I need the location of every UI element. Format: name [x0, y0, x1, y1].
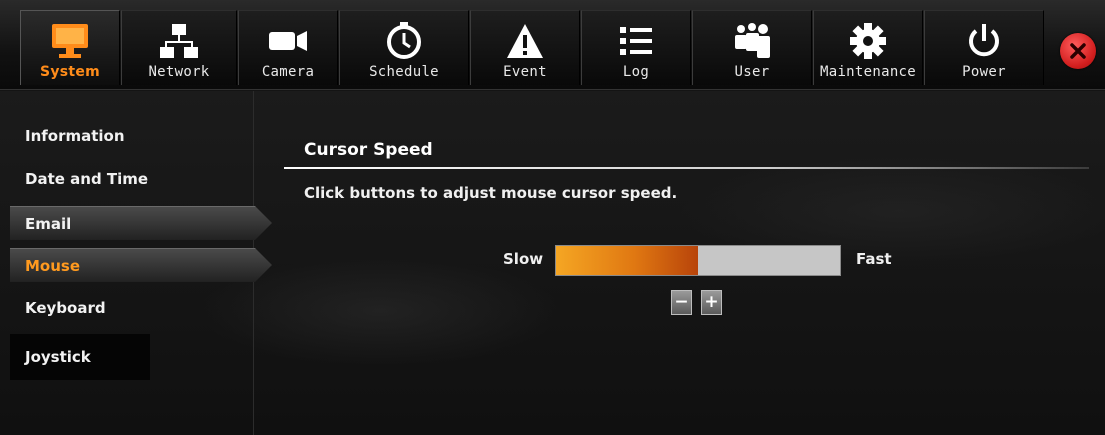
tab-log[interactable]: Log [581, 10, 691, 85]
sidebar-item-label: Joystick [25, 348, 91, 366]
sidebar-item-joystick[interactable]: Joystick [10, 334, 150, 380]
tab-power[interactable]: Power [924, 10, 1044, 85]
tab-schedule[interactable]: Schedule [339, 10, 469, 85]
warning-icon [503, 20, 547, 62]
tab-label: Schedule [369, 64, 439, 80]
slider-max-label: Fast [856, 250, 892, 268]
section-divider [284, 167, 1089, 169]
tab-label: Camera [261, 64, 315, 80]
gear-icon [846, 20, 890, 62]
sidebar-item-mouse[interactable]: Mouse [10, 248, 272, 282]
section-description: Click buttons to adjust mouse cursor spe… [304, 184, 678, 202]
tab-label: Maintenance [819, 64, 917, 80]
tab-user[interactable]: User [692, 10, 812, 85]
tab-label: Network [148, 64, 210, 80]
close-button[interactable] [1060, 33, 1096, 69]
tab-maintenance[interactable]: Maintenance [813, 10, 923, 85]
sidebar-item-label: Date and Time [25, 170, 149, 188]
monitor-icon [48, 20, 92, 62]
sidebar-item-label: Mouse [25, 256, 81, 275]
sidebar-item-keyboard[interactable]: Keyboard [10, 291, 250, 325]
cursor-speed-slider[interactable] [555, 245, 841, 276]
slider-min-label: Slow [503, 250, 544, 268]
increase-speed-button[interactable]: + [701, 290, 722, 315]
users-icon [730, 20, 774, 62]
tab-label: Event [503, 64, 547, 80]
decrease-speed-button[interactable]: − [671, 290, 692, 315]
network-icon [157, 20, 201, 62]
tab-label: System [39, 64, 101, 80]
tab-system[interactable]: System [20, 10, 120, 85]
list-icon [614, 20, 658, 62]
tab-label: Power [962, 64, 1006, 80]
tab-label: User [734, 64, 770, 80]
sidebar-item-information[interactable]: Information [10, 119, 250, 153]
tab-camera[interactable]: Camera [238, 10, 338, 85]
tab-event[interactable]: Event [470, 10, 580, 85]
sidebar-item-label: Keyboard [25, 299, 106, 317]
sidebar-item-email[interactable]: Email [10, 206, 272, 240]
sidebar-item-date-and-time[interactable]: Date and Time [10, 162, 250, 196]
camera-icon [266, 20, 310, 62]
sidebar-item-label: Email [25, 214, 72, 233]
top-toolbar: System Network Camera Schedule Event Log… [0, 0, 1105, 90]
tab-label: Log [622, 64, 650, 80]
sidebar-item-label: Information [25, 127, 125, 145]
clock-icon [382, 20, 426, 62]
slider-fill [556, 246, 698, 275]
close-icon [1070, 43, 1086, 59]
section-title: Cursor Speed [304, 140, 433, 160]
power-icon [962, 20, 1006, 62]
tab-network[interactable]: Network [121, 10, 237, 85]
